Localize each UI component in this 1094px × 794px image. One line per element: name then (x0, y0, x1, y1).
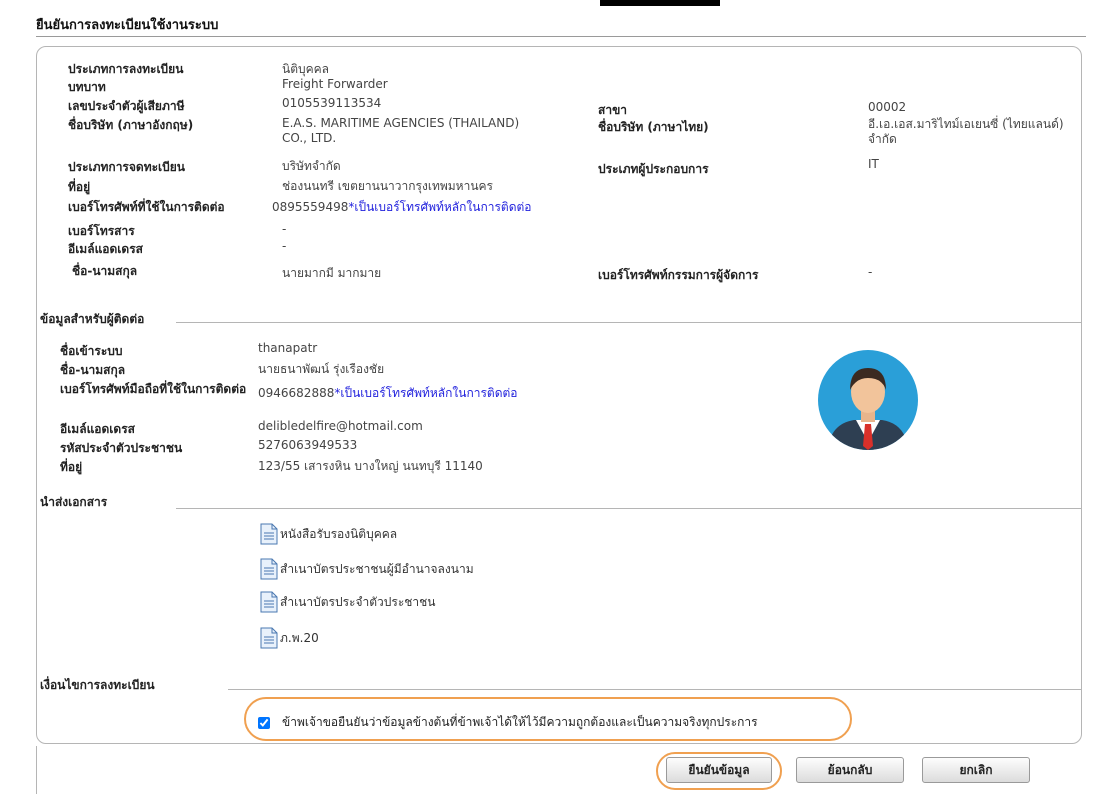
mobile-value: 0946682888*เป็นเบอร์โทรศัพท์หลักในการติด… (258, 384, 518, 403)
document-label: สำเนาบัตรประชาชนผู้มีอำนาจลงนาม (280, 561, 474, 576)
agree-text[interactable]: ข้าพเจ้าขอยืนยันว่าข้อมูลข้างต้นที่ข้าพเ… (282, 713, 758, 732)
confirm-button[interactable]: ยืนยันข้อมูล (666, 757, 772, 783)
citizen-id-label: รหัสประจำตัวประชาชน (60, 441, 183, 455)
contact-name-value: นายธนาพัฒน์ รุ่งเรืองชัย (258, 362, 385, 376)
title-divider (36, 36, 1086, 37)
document-link[interactable]: ภ.พ.20 (260, 626, 319, 650)
contact-address-value: 123/55 เสารงหิน บางใหญ่ นนทบุรี 11140 (258, 459, 483, 473)
document-label: ภ.พ.20 (280, 630, 319, 645)
document-link[interactable]: สำเนาบัตรประจำตัวประชาชน (260, 590, 436, 614)
panel-left-edge (36, 746, 37, 794)
back-button[interactable]: ย้อนกลับ (796, 757, 904, 783)
contact-section-divider (176, 322, 1082, 323)
registration-type-value: บริษัทจำกัด (282, 159, 341, 173)
contact-phone-number: 0895559498 (272, 200, 349, 214)
contact-section-title: ข้อมูลสำหรับผู้ติดต่อ (40, 312, 145, 326)
username-label: ชื่อเข้าระบบ (60, 344, 123, 358)
terms-section-title: เงื่อนไขการลงทะเบียน (40, 678, 155, 692)
agree-checkbox[interactable] (258, 716, 270, 729)
document-icon (260, 523, 278, 545)
company-th-label: ชื่อบริษัท (ภาษาไทย) (598, 120, 709, 134)
cancel-button[interactable]: ยกเลิก (922, 757, 1030, 783)
role-value: Freight Forwarder (282, 77, 388, 91)
director-phone-value: - (868, 265, 873, 279)
documents-section-divider (176, 508, 1082, 509)
user-avatar-icon (818, 350, 918, 450)
contact-phone-value: 0895559498*เป็นเบอร์โทรศัพท์หลักในการติด… (272, 198, 532, 217)
branch-value: 00002 (868, 100, 907, 114)
contact-email-label: อีเมล์แอดเดรส (60, 422, 135, 436)
email-value: - (282, 239, 287, 253)
director-phone-label: เบอร์โทรศัพท์กรรมการผู้จัดการ (598, 268, 759, 282)
username-value: thanapatr (258, 341, 318, 355)
contact-email-value: delibledelfire@hotmail.com (258, 419, 423, 433)
contact-phone-note: *เป็นเบอร์โทรศัพท์หลักในการติดต่อ (348, 200, 532, 214)
agreement-row: ข้าพเจ้าขอยืนยันว่าข้อมูลข้างต้นที่ข้าพเ… (258, 713, 758, 732)
documents-section-title: นำส่งเอกสาร (40, 495, 108, 509)
document-label: หนังสือรับรองนิติบุคคล (280, 526, 398, 541)
document-icon (260, 627, 278, 649)
terms-section-divider (228, 689, 1082, 690)
mobile-label: เบอร์โทรศัพท์มือถือที่ใช้ในการติดต่อ (60, 382, 247, 396)
address-label: ที่อยู่ (68, 180, 91, 194)
registration-type-label: ประเภทการจดทะเบียน (68, 160, 186, 174)
name-value: นายมากมี มากมาย (282, 266, 382, 280)
document-label: สำเนาบัตรประจำตัวประชาชน (280, 594, 436, 609)
operator-type-label: ประเภทผู้ประกอบการ (598, 162, 709, 176)
citizen-id-value: 5276063949533 (258, 438, 358, 452)
mobile-note: *เป็นเบอร์โทรศัพท์หลักในการติดต่อ (334, 386, 518, 400)
email-label: อีเมล์แอดเดรส (68, 242, 143, 256)
mobile-number: 0946682888 (258, 386, 335, 400)
document-link[interactable]: หนังสือรับรองนิติบุคคล (260, 522, 397, 546)
contact-name-label: ชื่อ-นามสกุล (60, 363, 126, 377)
contact-address-label: ที่อยู่ (60, 460, 83, 474)
document-icon (260, 558, 278, 580)
name-label: ชื่อ-นามสกุล (72, 264, 138, 278)
fax-value: - (282, 222, 287, 236)
top-strip (0, 0, 1094, 8)
reg-type-label: ประเภทการลงทะเบียน (68, 62, 184, 76)
company-en-value: E.A.S. MARITIME AGENCIES (THAILAND) CO.,… (282, 116, 520, 145)
company-en-label: ชื่อบริษัท (ภาษาอังกฤษ) (68, 118, 194, 132)
role-label: บทบาท (68, 80, 106, 94)
page-title: ยืนยันการลงทะเบียนใช้งานระบบ (36, 18, 219, 33)
operator-type-value: IT (868, 157, 879, 171)
tax-id-value: 0105539113534 (282, 96, 382, 110)
document-icon (260, 591, 278, 613)
tax-id-label: เลขประจำตัวผู้เสียภาษี (68, 99, 185, 113)
address-value: ช่องนนทรี เขตยานนาวากรุงเทพมหานคร (282, 179, 494, 193)
contact-phone-label: เบอร์โทรศัพท์ที่ใช้ในการติดต่อ (68, 200, 225, 214)
document-link[interactable]: สำเนาบัตรประชาชนผู้มีอำนาจลงนาม (260, 557, 474, 581)
fax-label: เบอร์โทรสาร (68, 224, 135, 238)
company-th-value: อี.เอ.เอส.มาริไทม์เอเยนซี่ (ไทยแลนด์) จำ… (868, 117, 1064, 146)
top-strip-mark (600, 0, 720, 6)
